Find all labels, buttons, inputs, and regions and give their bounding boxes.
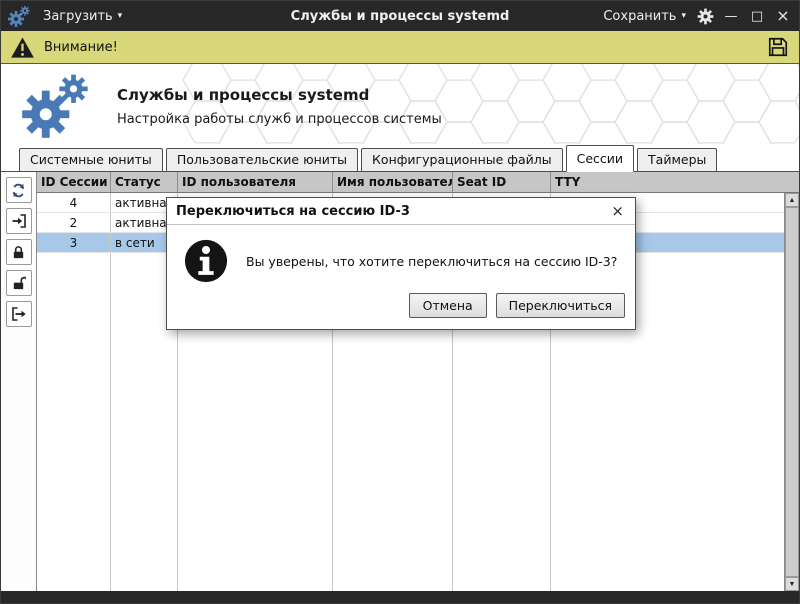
switch-session-icon bbox=[12, 214, 26, 228]
dialog-title: Переключиться на сессию ID-3 bbox=[176, 204, 410, 219]
lock-session-icon bbox=[13, 245, 24, 258]
titlebar-right: Сохранить ▾ — □ × bbox=[555, 5, 793, 27]
warning-icon bbox=[11, 36, 34, 58]
session-toolbar bbox=[1, 172, 37, 591]
tab-config-files[interactable]: Конфигурационные файлы bbox=[361, 148, 563, 171]
hexagon-pattern bbox=[182, 64, 799, 144]
scroll-up-button[interactable]: ▲ bbox=[785, 193, 799, 207]
titlebar-left: Загрузить ▾ bbox=[7, 4, 245, 28]
dialog-message: Вы уверены, что хотите переключиться на … bbox=[246, 253, 618, 269]
page-subtitle: Настройка работы служб и процессов систе… bbox=[117, 112, 442, 127]
column-header-user-name[interactable]: Имя пользователя bbox=[333, 172, 453, 192]
load-menu-button[interactable]: Загрузить ▾ bbox=[39, 7, 126, 26]
chevron-down-icon: ▾ bbox=[681, 10, 686, 21]
warning-bar: Внимание! bbox=[1, 31, 799, 64]
settings-gear-button[interactable] bbox=[696, 7, 715, 26]
cell-session-id: 2 bbox=[37, 213, 111, 232]
bottom-bar bbox=[1, 591, 799, 603]
scroll-down-button[interactable]: ▼ bbox=[785, 577, 799, 591]
scrollbar-thumb[interactable] bbox=[785, 207, 799, 577]
save-file-button[interactable] bbox=[766, 35, 790, 59]
unlock-session-icon bbox=[13, 276, 26, 289]
app-window: Загрузить ▾ Службы и процессы systemd Со… bbox=[0, 0, 800, 604]
table-header-row: ID Сессии Статус ID пользователя Имя пол… bbox=[37, 172, 799, 193]
tab-bar: Системные юниты Пользовательские юниты К… bbox=[1, 144, 799, 172]
titlebar: Загрузить ▾ Службы и процессы systemd Со… bbox=[1, 1, 799, 31]
warning-text: Внимание! bbox=[44, 39, 118, 55]
dialog-close-button[interactable]: × bbox=[609, 204, 626, 219]
switch-session-button[interactable] bbox=[5, 208, 32, 234]
column-header-status[interactable]: Статус bbox=[111, 172, 178, 192]
minimize-button[interactable]: — bbox=[721, 5, 741, 27]
vertical-scrollbar: ▲ ▼ bbox=[784, 193, 799, 591]
column-header-seat-id[interactable]: Seat ID bbox=[453, 172, 551, 192]
page-header: Службы и процессы systemd Настройка рабо… bbox=[1, 64, 799, 144]
app-logo-icon bbox=[7, 6, 30, 28]
dialog-buttons: Отмена Переключиться bbox=[167, 293, 635, 329]
logout-session-icon bbox=[11, 307, 26, 321]
app-logo-large-icon bbox=[22, 74, 88, 138]
tab-user-units[interactable]: Пользовательские юниты bbox=[165, 148, 359, 171]
logout-session-button[interactable] bbox=[5, 301, 32, 327]
dialog-body: Вы уверены, что хотите переключиться на … bbox=[167, 225, 635, 293]
dialog-titlebar: Переключиться на сессию ID-3 × bbox=[167, 198, 635, 225]
load-menu-label: Загрузить bbox=[43, 8, 113, 24]
cell-session-id: 4 bbox=[37, 193, 111, 212]
floppy-save-icon bbox=[768, 37, 788, 57]
switch-session-dialog: Переключиться на сессию ID-3 × Вы уверен… bbox=[166, 197, 636, 330]
cancel-button[interactable]: Отмена bbox=[408, 293, 487, 318]
column-header-tty[interactable]: TTY bbox=[551, 172, 799, 192]
info-icon bbox=[184, 239, 228, 283]
maximize-button[interactable]: □ bbox=[747, 5, 767, 27]
cell-session-id: 3 bbox=[37, 233, 111, 252]
window-title: Службы и процессы systemd bbox=[290, 8, 510, 24]
lock-session-button[interactable] bbox=[5, 239, 32, 265]
refresh-button[interactable] bbox=[5, 177, 32, 203]
tab-system-units[interactable]: Системные юниты bbox=[19, 148, 163, 171]
tab-sessions[interactable]: Сессии bbox=[565, 145, 635, 172]
confirm-switch-button[interactable]: Переключиться bbox=[495, 293, 625, 318]
column-header-session-id[interactable]: ID Сессии bbox=[37, 172, 111, 192]
gear-icon bbox=[697, 8, 714, 24]
tab-timers[interactable]: Таймеры bbox=[637, 148, 718, 171]
save-menu-button[interactable]: Сохранить ▾ bbox=[599, 7, 690, 26]
column-header-user-id[interactable]: ID пользователя bbox=[178, 172, 333, 192]
save-menu-label: Сохранить bbox=[603, 8, 677, 24]
chevron-down-icon: ▾ bbox=[117, 10, 123, 21]
page-title: Службы и процессы systemd bbox=[117, 86, 370, 104]
unlock-session-button[interactable] bbox=[5, 270, 32, 296]
close-button[interactable]: × bbox=[773, 5, 793, 27]
refresh-icon bbox=[12, 183, 25, 197]
